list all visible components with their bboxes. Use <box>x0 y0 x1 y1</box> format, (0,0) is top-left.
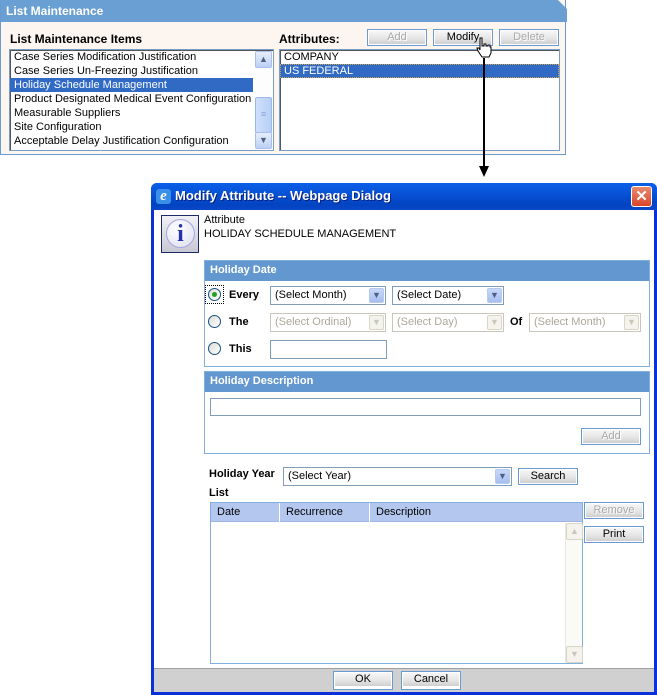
every-label: Every <box>229 289 259 301</box>
dialog-titlebar[interactable]: e Modify Attribute -- Webpage Dialog ✕ <box>151 183 657 210</box>
holiday-date-section: Holiday Date Every (Select Month) ▼ (Sel… <box>204 260 650 367</box>
column-header-date[interactable]: Date <box>211 503 280 522</box>
list-item[interactable]: Site Configuration <box>10 120 253 134</box>
holiday-date-header: Holiday Date <box>205 261 649 281</box>
attributes-listbox[interactable]: COMPANY US FEDERAL <box>279 49 560 151</box>
holiday-description-section: Holiday Description Add <box>204 371 650 454</box>
remove-button[interactable]: Remove <box>584 502 644 519</box>
modify-attribute-dialog: e Modify Attribute -- Webpage Dialog ✕ i… <box>151 183 657 695</box>
every-month-select[interactable]: (Select Month) ▼ <box>270 286 386 305</box>
items-scrollbar[interactable]: ▲ ≡ ▼ <box>255 51 272 149</box>
list-maintenance-panel: List Maintenance List Maintenance Items … <box>0 0 567 155</box>
chevron-down-icon[interactable]: ▼ <box>487 288 502 303</box>
radio-the[interactable] <box>208 315 221 328</box>
list-item[interactable]: Product Designated Medical Event Configu… <box>10 92 253 106</box>
attribute-value: HOLIDAY SCHEDULE MANAGEMENT <box>204 228 397 240</box>
holiday-description-input[interactable] <box>210 398 641 416</box>
scroll-down-icon[interactable]: ▼ <box>255 132 272 149</box>
list-item[interactable]: Acceptable Delay Justification Configura… <box>10 134 253 148</box>
dialog-title: Modify Attribute -- Webpage Dialog <box>175 188 391 203</box>
holiday-year-select[interactable]: (Select Year) ▼ <box>283 467 512 486</box>
list-label: List <box>209 487 229 499</box>
list-maintenance-header: List Maintenance <box>1 0 567 22</box>
scroll-thumb[interactable]: ≡ <box>255 97 272 133</box>
list-item[interactable]: Case Series Modification Justification <box>10 50 253 64</box>
scroll-down-icon[interactable]: ▼ <box>566 646 583 663</box>
attribute-item-selected[interactable]: US FEDERAL <box>280 64 559 78</box>
close-icon[interactable]: ✕ <box>631 186 652 207</box>
chevron-down-icon[interactable]: ▼ <box>369 315 384 330</box>
list-maintenance-items-listbox[interactable]: Case Series Modification Justification C… <box>9 49 274 151</box>
delete-attribute-button[interactable]: Delete <box>499 29 559 46</box>
add-attribute-button[interactable]: Add <box>367 29 427 46</box>
list-item-selected[interactable]: Holiday Schedule Management <box>10 78 253 92</box>
the-label: The <box>229 316 249 328</box>
scroll-up-icon[interactable]: ▲ <box>566 523 583 540</box>
list-item[interactable]: Case Series Un-Freezing Justification <box>10 64 253 78</box>
dialog-body: i Attribute HOLIDAY SCHEDULE MANAGEMENT … <box>154 210 654 668</box>
hand-cursor-icon <box>476 37 492 58</box>
radio-every[interactable] <box>208 288 221 301</box>
radio-this[interactable] <box>208 342 221 355</box>
chevron-down-icon[interactable]: ▼ <box>495 469 510 484</box>
list-items-label: List Maintenance Items <box>10 32 143 46</box>
holiday-year-label: Holiday Year <box>209 468 275 480</box>
of-label: Of <box>510 316 523 328</box>
grid-scrollbar[interactable]: ▲ ▼ <box>565 523 583 663</box>
the-day-select[interactable]: (Select Day) ▼ <box>392 313 504 332</box>
column-header-description[interactable]: Description <box>370 503 582 522</box>
add-holiday-button[interactable]: Add <box>581 428 641 445</box>
this-date-input[interactable] <box>270 340 387 359</box>
grid-header: Date Recurrence Description <box>211 503 582 522</box>
chevron-down-icon[interactable]: ▼ <box>624 315 639 330</box>
every-date-select[interactable]: (Select Date) ▼ <box>392 286 504 305</box>
cancel-button[interactable]: Cancel <box>401 671 461 690</box>
internet-explorer-icon: e <box>156 189 171 204</box>
attribute-label: Attribute <box>204 214 245 226</box>
attributes-label: Attributes: <box>279 32 340 46</box>
column-header-recurrence[interactable]: Recurrence <box>280 503 370 522</box>
the-month-select[interactable]: (Select Month) ▼ <box>529 313 641 332</box>
scroll-up-icon[interactable]: ▲ <box>255 51 272 68</box>
the-ordinal-select[interactable]: (Select Ordinal) ▼ <box>270 313 386 332</box>
dialog-footer: OK Cancel <box>154 668 654 692</box>
attribute-item[interactable]: COMPANY <box>280 50 559 64</box>
list-item[interactable]: Measurable Suppliers <box>10 106 253 120</box>
chevron-down-icon[interactable]: ▼ <box>487 315 502 330</box>
ok-button[interactable]: OK <box>333 671 393 690</box>
print-button[interactable]: Print <box>584 526 644 543</box>
holiday-list-grid: Date Recurrence Description ▲ ▼ <box>210 502 583 664</box>
info-icon: i <box>161 215 199 253</box>
chevron-down-icon[interactable]: ▼ <box>369 288 384 303</box>
connector-line <box>483 58 485 168</box>
search-button[interactable]: Search <box>518 468 578 485</box>
holiday-description-header: Holiday Description <box>205 372 649 392</box>
this-label: This <box>229 343 252 355</box>
arrow-down-icon <box>479 166 489 177</box>
